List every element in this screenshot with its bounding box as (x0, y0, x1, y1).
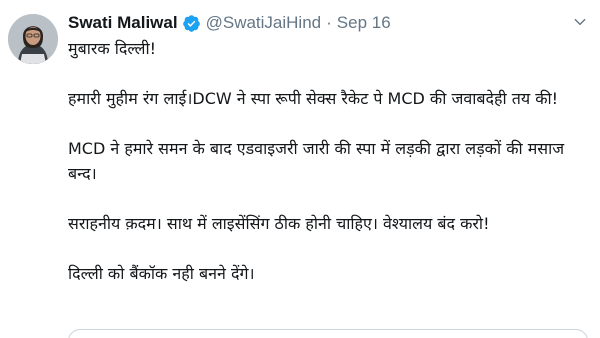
verified-badge-icon (182, 14, 201, 33)
avatar-image (8, 14, 58, 64)
embedded-card[interactable] (68, 329, 588, 338)
tweet-text: मुबारक दिल्ली! हमारी मुहीम रंग लाई।DCW न… (68, 36, 588, 286)
chevron-down-icon[interactable] (570, 12, 590, 32)
avatar[interactable] (8, 14, 58, 64)
tweet-paragraph: सराहनीय क़दम। साथ में लाइसेंसिंग ठीक होन… (68, 214, 490, 233)
tweet-paragraph: मुबारक दिल्ली! (68, 39, 157, 58)
tweet-paragraph: दिल्ली को बैंकॉक नही बनने देंगे। (68, 264, 255, 283)
tweet-date[interactable]: Sep 16 (337, 13, 391, 33)
tweet-header: Swati Maliwal @SwatiJaiHind · Sep 16 (68, 11, 391, 35)
user-handle[interactable]: @SwatiJaiHind (206, 13, 322, 33)
tweet: Swati Maliwal @SwatiJaiHind · Sep 16 मुब… (0, 0, 600, 338)
tweet-paragraph: MCD ने हमारे समन के बाद एडवाइजरी जारी की… (68, 139, 565, 183)
tweet-paragraph: हमारी मुहीम रंग लाई।DCW ने स्पा रूपी सेक… (68, 89, 559, 108)
display-name[interactable]: Swati Maliwal (68, 13, 178, 33)
separator-dot: · (326, 13, 332, 32)
